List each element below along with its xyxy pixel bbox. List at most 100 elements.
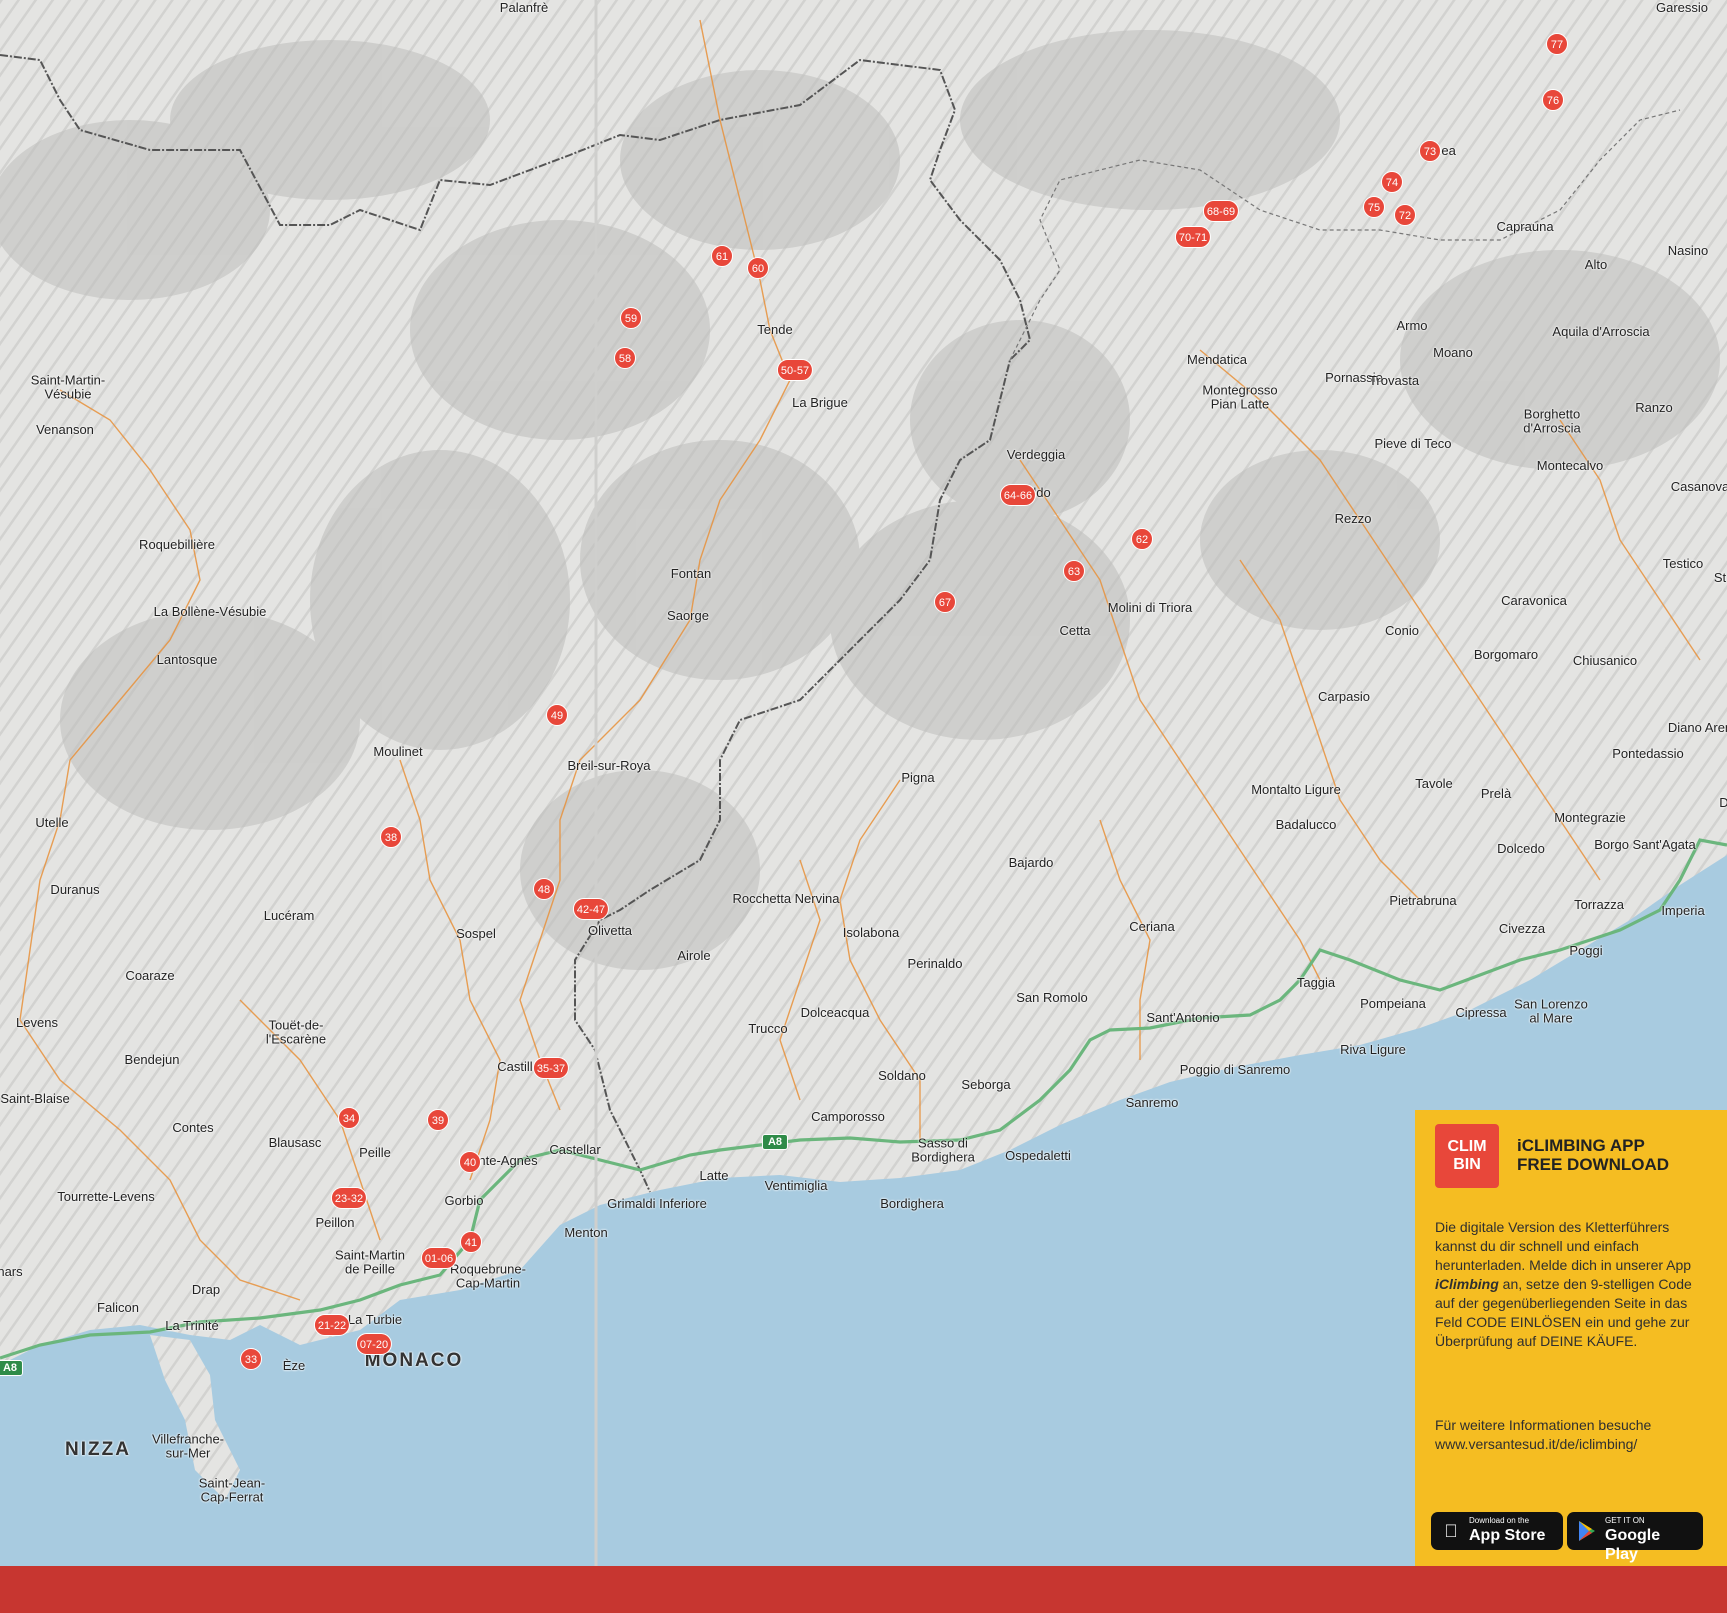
iclimbing-logo-text: CLIM BIN: [1447, 1138, 1487, 1173]
place-label-d: D: [1719, 795, 1727, 811]
place-label-ventimiglia: Ventimiglia: [764, 1178, 828, 1194]
crag-marker[interactable]: 59: [620, 307, 642, 329]
place-label-rocchetta: Rocchetta Nervina: [732, 891, 840, 907]
place-label-badalucco: Badalucco: [1275, 817, 1337, 833]
place-label-fontan: Fontan: [670, 566, 712, 582]
place-label-ceriana: Ceriana: [1129, 919, 1175, 935]
crag-marker[interactable]: 77: [1546, 33, 1568, 55]
place-label-blausasc: Blausasc: [268, 1135, 322, 1151]
place-label-realdo: ldo: [1033, 485, 1051, 501]
place-label-montegrosso: Montegrosso Pian Latte: [1202, 382, 1278, 411]
google-play-button[interactable]: GET IT ON Google Play: [1567, 1512, 1703, 1563]
place-label-prela: Prelà: [1480, 786, 1512, 802]
place-label-perinaldo: Perinaldo: [907, 956, 963, 972]
place-label-duranus: Duranus: [50, 882, 100, 898]
place-label-san-romolo: San Romolo: [1016, 990, 1088, 1006]
place-label-breil: Breil-sur-Roya: [567, 758, 651, 774]
place-label-pontedassio: Pontedassio: [1612, 746, 1684, 762]
crag-marker[interactable]: 35-37: [532, 1057, 570, 1079]
place-label-peillon: Peillon: [315, 1215, 355, 1231]
place-label-montecalvo: Montecalvo: [1536, 458, 1604, 474]
place-label-aquila: Aquila d'Arroscia: [1552, 324, 1650, 340]
crag-marker[interactable]: 75: [1363, 196, 1385, 218]
place-label-airole: Airole: [677, 948, 711, 964]
place-label-riva-ligure: Riva Ligure: [1340, 1042, 1406, 1058]
crag-marker[interactable]: 39: [427, 1109, 449, 1131]
crag-marker[interactable]: 63: [1063, 560, 1085, 582]
place-label-la-bollene-vesubie: La Bollène-Vésubie: [153, 604, 267, 620]
crag-marker[interactable]: 07-20: [355, 1333, 393, 1355]
crag-marker[interactable]: 23-32: [330, 1187, 368, 1209]
crag-marker[interactable]: 72: [1394, 204, 1416, 226]
crag-marker[interactable]: 68-69: [1202, 200, 1240, 222]
place-label-mendatica: Mendatica: [1187, 352, 1247, 368]
crag-marker[interactable]: 49: [546, 704, 568, 726]
place-label-palanfre: Palanfrè: [499, 0, 549, 16]
crag-marker[interactable]: 70-71: [1174, 226, 1212, 248]
place-label-borgo-sant-agata: Borgo Sant'Agata: [1594, 837, 1696, 853]
crag-marker[interactable]: 50-57: [776, 359, 814, 381]
crag-marker[interactable]: 76: [1542, 89, 1564, 111]
place-label-diano-arentino: Diano Aren: [1667, 720, 1727, 736]
crag-marker[interactable]: 33: [240, 1348, 262, 1370]
crag-marker[interactable]: 67: [934, 591, 956, 613]
place-label-olivetta: Olivetta: [587, 923, 633, 939]
place-label-borgomaro: Borgomaro: [1473, 647, 1539, 663]
promo-description-app: iClimbing: [1435, 1276, 1499, 1292]
place-label-latte: Latte: [699, 1168, 729, 1184]
crag-marker[interactable]: 64-66: [999, 484, 1037, 506]
place-label-san-lorenzo: San Lorenzo al Mare: [1514, 996, 1588, 1025]
place-label-peille: Peille: [359, 1145, 391, 1161]
iclimbing-logo: CLIM BIN: [1435, 1124, 1499, 1188]
promo-description: Die digitale Version des Kletterführers …: [1435, 1218, 1710, 1351]
place-label-saint-jean: Saint-Jean- Cap-Ferrat: [198, 1475, 266, 1504]
crag-marker[interactable]: 74: [1381, 171, 1403, 193]
crag-marker[interactable]: 40: [459, 1151, 481, 1173]
place-label-garessio: Garessio: [1655, 0, 1709, 16]
crag-marker[interactable]: 21-22: [313, 1314, 351, 1336]
crag-marker[interactable]: 01-06: [420, 1247, 458, 1269]
crag-marker[interactable]: 42-47: [572, 898, 610, 920]
place-label-contes: Contes: [172, 1120, 214, 1136]
place-label-imperia: Imperia: [1661, 903, 1705, 919]
crag-marker[interactable]: 48: [533, 878, 555, 900]
crag-marker[interactable]: 61: [711, 245, 733, 267]
place-label-luceram: Lucéram: [263, 908, 315, 924]
place-label-pieve-di-teco: Pieve di Teco: [1374, 436, 1452, 452]
place-label-pompeiana: Pompeiana: [1360, 996, 1426, 1012]
place-label-capraun: Caprauna: [1496, 219, 1554, 235]
place-label-bendejun: Bendejun: [124, 1052, 180, 1068]
place-label-moulinet: Moulinet: [373, 744, 423, 760]
crag-marker[interactable]: 60: [747, 257, 769, 279]
place-label-carpasio: Carpasio: [1317, 689, 1371, 705]
google-play-label: Google Play: [1605, 1527, 1661, 1563]
promo-more-info[interactable]: Für weitere Informationen besuche www.ve…: [1435, 1416, 1710, 1454]
place-label-cipressa: Cipressa: [1455, 1005, 1507, 1021]
place-label-seborga: Seborga: [961, 1077, 1011, 1093]
place-label-ospedaletti: Ospedaletti: [1005, 1148, 1071, 1164]
place-label-saint-blaise: Saint-Blaise: [0, 1091, 70, 1107]
place-label-falicon: Falicon: [97, 1300, 139, 1316]
place-label-santantonio: Sant'Antonio: [1146, 1010, 1220, 1026]
place-label-grimaldi: Grimaldi Inferiore: [607, 1196, 707, 1212]
crag-marker[interactable]: 34: [338, 1107, 360, 1129]
place-label-torrazza: Torrazza: [1574, 897, 1624, 913]
place-label-dolceacqua: Dolceacqua: [800, 1005, 870, 1021]
app-store-button[interactable]:  Download on the App Store: [1431, 1512, 1563, 1550]
google-play-icon: [1576, 1520, 1598, 1542]
apple-icon: : [1440, 1520, 1462, 1542]
crag-marker[interactable]: 58: [614, 347, 636, 369]
place-label-nars: nars: [0, 1264, 23, 1280]
place-label-sospel: Sospel: [456, 926, 496, 942]
promo-description-pre: Die digitale Version des Kletterführers …: [1435, 1219, 1692, 1273]
place-label-drap: Drap: [191, 1282, 221, 1298]
place-label-moano: Moano: [1433, 345, 1473, 361]
crag-marker[interactable]: 38: [380, 826, 402, 848]
place-label-dolcedo: Dolcedo: [1497, 841, 1545, 857]
crag-marker[interactable]: 41: [460, 1231, 482, 1253]
crag-marker[interactable]: 62: [1131, 528, 1153, 550]
place-label-utelle: Utelle: [35, 815, 69, 831]
place-label-testico: Testico: [1662, 556, 1704, 572]
crag-marker[interactable]: 73: [1419, 140, 1441, 162]
place-label-touet: Touët-de- l'Escarène: [265, 1017, 327, 1046]
